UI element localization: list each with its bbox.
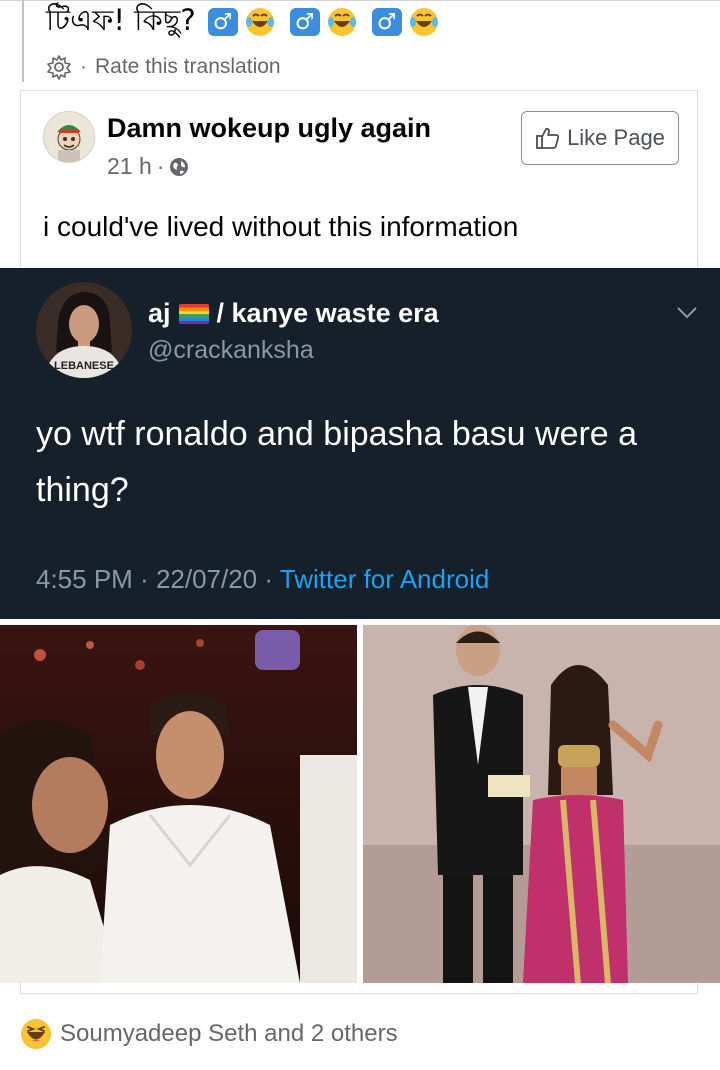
avatar-shirt-text: LEBANESE: [54, 360, 114, 372]
tweet-handle: @crackanksha: [148, 336, 314, 364]
page-name[interactable]: Damn wokeup ugly again: [107, 113, 431, 144]
rainbow-flag-icon: [178, 303, 209, 324]
tweet-screenshot: LEBANESE aj / kanye waste era @crackanks…: [0, 268, 720, 619]
tweet-sep-1: ·: [132, 564, 156, 594]
post-time[interactable]: 21 h: [107, 153, 152, 180]
photo-right-stage-event[interactable]: [363, 625, 720, 983]
laughing-tears-icon: [327, 8, 356, 36]
post-meta: 21 h ·: [107, 153, 189, 180]
tweet-source: Twitter for Android: [279, 564, 490, 594]
male-sign-icon: ♂: [371, 8, 402, 36]
laughing-tears-icon: [245, 8, 274, 36]
like-page-button[interactable]: Like Page: [521, 111, 679, 165]
tweet-time: 4:55 PM: [36, 564, 133, 594]
thumbs-up-icon: [536, 127, 560, 149]
chevron-down-icon: [677, 307, 697, 319]
rate-separator: ·: [80, 55, 87, 78]
tweet-avatar: LEBANESE: [36, 282, 132, 378]
post-caption: i could've lived without this informatio…: [43, 211, 519, 242]
photo-left-nightclub[interactable]: [0, 625, 357, 983]
page-avatar[interactable]: [43, 111, 95, 163]
display-name-prefix: aj: [148, 298, 171, 328]
haha-reaction-icon: [21, 1019, 51, 1049]
reactions-text[interactable]: Soumyadeep Seth and 2 others: [60, 1020, 398, 1048]
reactions-summary[interactable]: Soumyadeep Seth and 2 others: [20, 1016, 398, 1052]
display-name-suffix: / kanye waste era: [216, 298, 439, 328]
shared-post-card: Damn wokeup ugly again 21 h · Like Page …: [20, 90, 698, 270]
translated-text: টিএফ! কিছু?: [46, 2, 196, 37]
laughing-tears-icon: [409, 8, 438, 36]
globe-icon: [170, 157, 189, 176]
like-page-label: Like Page: [567, 125, 665, 150]
tweet-date: 22/07/20: [155, 564, 258, 594]
quote-bar: [22, 0, 24, 82]
post-card-bottom: [20, 982, 698, 994]
gear-icon: [47, 55, 71, 80]
rate-translation-link[interactable]: Rate this translation: [95, 55, 281, 79]
tweet-footer: 4:55 PM · 22/07/20 · Twitter for Android: [36, 564, 489, 595]
male-sign-icon: ♂: [207, 8, 238, 36]
male-sign-icon: ♂: [289, 8, 320, 36]
photo-collage[interactable]: [0, 625, 720, 983]
tweet-display-name: aj / kanye waste era: [148, 298, 439, 329]
translation-rating[interactable]: · Rate this translation: [46, 52, 281, 82]
tweet-sep-2: ·: [257, 564, 280, 594]
meta-separator: ·: [156, 153, 165, 179]
translated-text-line: টিএফ! কিছু? ♂ ♂ ♂: [46, 0, 448, 44]
tweet-text: yo wtf ronaldo and bipasha basu were a t…: [36, 415, 638, 509]
